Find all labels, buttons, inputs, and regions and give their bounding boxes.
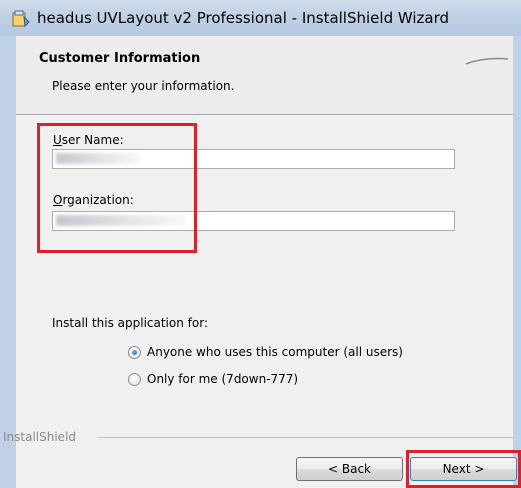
all-users-radio[interactable] xyxy=(128,346,141,359)
next-highlight-box xyxy=(406,450,521,488)
wizard-header: Customer Information Please enter your i… xyxy=(16,36,513,115)
installshield-brand-label: InstallShield xyxy=(3,430,77,444)
installshield-logo-icon xyxy=(465,57,509,65)
page-title: Customer Information xyxy=(39,51,201,66)
title-bar[interactable]: headus UVLayout v2 Professional - Instal… xyxy=(0,0,521,36)
install-for-label: Install this application for: xyxy=(52,316,208,330)
window-frame-right xyxy=(513,36,521,488)
radio-selected-dot xyxy=(132,350,137,355)
fields-highlight-box xyxy=(37,123,197,253)
only-me-radio[interactable] xyxy=(128,373,141,386)
all-users-option-label[interactable]: Anyone who uses this computer (all users… xyxy=(147,345,403,359)
only-me-option-label[interactable]: Only for me (7down-777) xyxy=(147,372,298,386)
footer-divider xyxy=(97,437,513,438)
window-title: headus UVLayout v2 Professional - Instal… xyxy=(37,9,450,27)
back-button[interactable]: < Back xyxy=(296,457,403,481)
installer-icon xyxy=(12,10,30,28)
window-frame-left xyxy=(0,36,16,488)
page-subtitle: Please enter your information. xyxy=(52,79,235,93)
